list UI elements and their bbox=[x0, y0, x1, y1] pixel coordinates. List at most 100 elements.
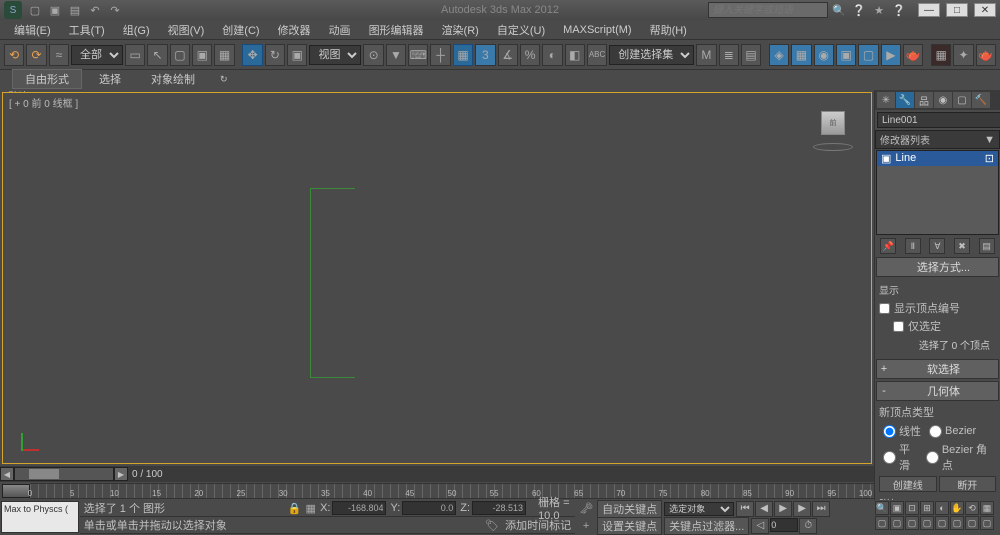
key-prev-icon[interactable]: ◁ bbox=[751, 518, 769, 534]
save-icon[interactable]: ▤ bbox=[66, 1, 84, 19]
percent-snap-icon[interactable]: % bbox=[520, 44, 540, 66]
rotate-icon[interactable]: ↻ bbox=[265, 44, 285, 66]
goto-start-icon[interactable]: ⏮ bbox=[736, 501, 754, 517]
key-target-dropdown[interactable]: 选定对象 bbox=[664, 502, 734, 516]
make-unique-icon[interactable]: ∀ bbox=[929, 238, 945, 254]
object-name-input[interactable] bbox=[877, 112, 1000, 128]
curve-editor-icon[interactable]: ◈ bbox=[769, 44, 789, 66]
time-scrollbar[interactable] bbox=[14, 467, 114, 481]
panel-tab-modify[interactable]: 🔧 bbox=[896, 92, 914, 108]
set-key-button[interactable]: 设置关键点 bbox=[597, 517, 662, 535]
pivot-icon[interactable]: ⊙ bbox=[363, 44, 383, 66]
redo-icon[interactable]: ↷ bbox=[106, 1, 124, 19]
rollout-geometry[interactable]: -几何体 bbox=[876, 381, 999, 401]
edge-icon[interactable]: ◧ bbox=[565, 44, 585, 66]
rendered-frame-icon[interactable]: ▢ bbox=[858, 44, 878, 66]
panel-tab-hierarchy[interactable]: 品 bbox=[915, 92, 933, 108]
info-icon[interactable]: ❔ bbox=[890, 1, 908, 19]
modifier-item-line[interactable]: ▣ Line ⊡ bbox=[877, 151, 998, 166]
show-vertex-num-checkbox[interactable] bbox=[879, 303, 890, 314]
modifier-stack[interactable]: ▣ Line ⊡ bbox=[876, 150, 999, 235]
minimize-button[interactable]: — bbox=[918, 3, 940, 17]
layer-filter-dropdown[interactable]: 全部 bbox=[71, 45, 123, 65]
orbit-icon[interactable]: ⟲ bbox=[965, 501, 979, 515]
radio-bezier[interactable] bbox=[929, 425, 942, 438]
viewcube[interactable]: 前 bbox=[813, 111, 853, 151]
tab-select[interactable]: 选择 bbox=[86, 69, 134, 89]
help-search-input[interactable] bbox=[708, 2, 828, 18]
coord-y-input[interactable] bbox=[402, 501, 456, 515]
nav-extra3-icon[interactable]: ▢ bbox=[905, 516, 919, 530]
menu-animation[interactable]: 动画 bbox=[321, 20, 359, 40]
panel-tab-create[interactable]: ✳ bbox=[877, 92, 895, 108]
tab-extra-icon[interactable]: ↻ bbox=[220, 74, 228, 85]
snap3-icon[interactable]: 3 bbox=[475, 44, 495, 66]
star-icon[interactable]: ★ bbox=[870, 1, 888, 19]
coord-x-input[interactable] bbox=[332, 501, 386, 515]
axis-icon[interactable]: ┼ bbox=[430, 44, 450, 66]
create-line-button[interactable]: 创建线 bbox=[879, 476, 937, 492]
tab-freeform[interactable]: 自由形式 bbox=[12, 69, 82, 89]
link-icon[interactable]: ⟲ bbox=[4, 44, 24, 66]
goto-end-icon[interactable]: ⏭ bbox=[812, 501, 830, 517]
menu-maxscript[interactable]: MAXScript(M) bbox=[555, 22, 639, 38]
pin-stack-icon[interactable]: 📌 bbox=[880, 238, 896, 254]
fov-icon[interactable]: ◐ bbox=[935, 501, 949, 515]
angle-snap-icon[interactable]: ∡ bbox=[498, 44, 518, 66]
isolate-icon[interactable]: ▦ bbox=[305, 499, 316, 517]
next-frame-icon[interactable]: ▶ bbox=[793, 501, 811, 517]
only-selected-checkbox[interactable] bbox=[893, 321, 904, 332]
menu-modifiers[interactable]: 修改器 bbox=[270, 20, 319, 40]
configure-icon[interactable]: ▤ bbox=[979, 238, 995, 254]
nav-extra1-icon[interactable]: ▢ bbox=[875, 516, 889, 530]
nav-extra2-icon[interactable]: ▢ bbox=[890, 516, 904, 530]
panel-tab-display[interactable]: ▢ bbox=[953, 92, 971, 108]
move-icon[interactable]: ✥ bbox=[242, 44, 262, 66]
teapot-icon[interactable]: 🫖 bbox=[976, 44, 996, 66]
key-filters-button[interactable]: 关键点过滤器... bbox=[664, 517, 749, 535]
lock-icon[interactable]: 🔒 bbox=[288, 499, 302, 517]
material-icon[interactable]: ◉ bbox=[814, 44, 834, 66]
schematic-icon[interactable]: ▦ bbox=[791, 44, 811, 66]
menu-edit[interactable]: 编辑(E) bbox=[6, 20, 59, 40]
auto-key-button[interactable]: 自动关键点 bbox=[597, 500, 662, 518]
render-icon[interactable]: ▶ bbox=[881, 44, 901, 66]
set-key-icon[interactable]: + bbox=[577, 517, 595, 535]
maximize-button[interactable]: □ bbox=[946, 3, 968, 17]
radio-bezier-corner[interactable] bbox=[926, 451, 939, 464]
cursor-icon[interactable]: ↖ bbox=[147, 44, 167, 66]
mirror-icon[interactable]: M bbox=[696, 44, 716, 66]
zoom-extents-icon[interactable]: ⊡ bbox=[905, 501, 919, 515]
add-time-tag[interactable]: 添加时间标记 bbox=[505, 517, 571, 533]
key-mode-icon[interactable]: 🗝 bbox=[577, 500, 595, 518]
selection-set-dropdown[interactable]: 创建选择集 bbox=[609, 45, 694, 65]
help-icon[interactable]: ❔ bbox=[850, 1, 868, 19]
nav-extra6-icon[interactable]: ▢ bbox=[950, 516, 964, 530]
zoom-icon[interactable]: 🔍 bbox=[875, 501, 889, 515]
unlink-icon[interactable]: ⟳ bbox=[26, 44, 46, 66]
panel-tab-motion[interactable]: ◉ bbox=[934, 92, 952, 108]
rollout-selection[interactable]: 选择方式... bbox=[876, 257, 999, 277]
time-ruler[interactable]: 0 5 10 15 20 25 30 35 40 45 50 55 60 65 … bbox=[30, 483, 874, 499]
menu-render[interactable]: 渲染(R) bbox=[434, 20, 487, 40]
scale-icon[interactable]: ▣ bbox=[287, 44, 307, 66]
keyboard-icon[interactable]: ⌨ bbox=[408, 44, 428, 66]
remove-mod-icon[interactable]: ✖ bbox=[954, 238, 970, 254]
menu-group[interactable]: 组(G) bbox=[115, 20, 158, 40]
rollout-soft-selection[interactable]: +软选择 bbox=[876, 359, 999, 379]
undo-icon[interactable]: ↶ bbox=[86, 1, 104, 19]
open-icon[interactable]: ▣ bbox=[46, 1, 64, 19]
zoom-extents-all-icon[interactable]: ⊞ bbox=[920, 501, 934, 515]
prev-frame-icon[interactable]: ◀ bbox=[755, 501, 773, 517]
radio-smooth[interactable] bbox=[883, 451, 896, 464]
close-button[interactable]: ✕ bbox=[974, 3, 996, 17]
menu-graph[interactable]: 图形编辑器 bbox=[361, 20, 432, 40]
snap-icon[interactable]: ▦ bbox=[453, 44, 473, 66]
select-name-icon[interactable]: ▢ bbox=[170, 44, 190, 66]
manip-icon[interactable]: ▼ bbox=[386, 44, 406, 66]
reactor-icon[interactable]: ▦ bbox=[931, 44, 951, 66]
layers-icon[interactable]: ▤ bbox=[741, 44, 761, 66]
frame-input[interactable] bbox=[770, 518, 798, 532]
maxscript-listener[interactable]: Max to Physcs ( bbox=[1, 501, 79, 533]
time-config-icon[interactable]: ⏱ bbox=[799, 518, 817, 534]
